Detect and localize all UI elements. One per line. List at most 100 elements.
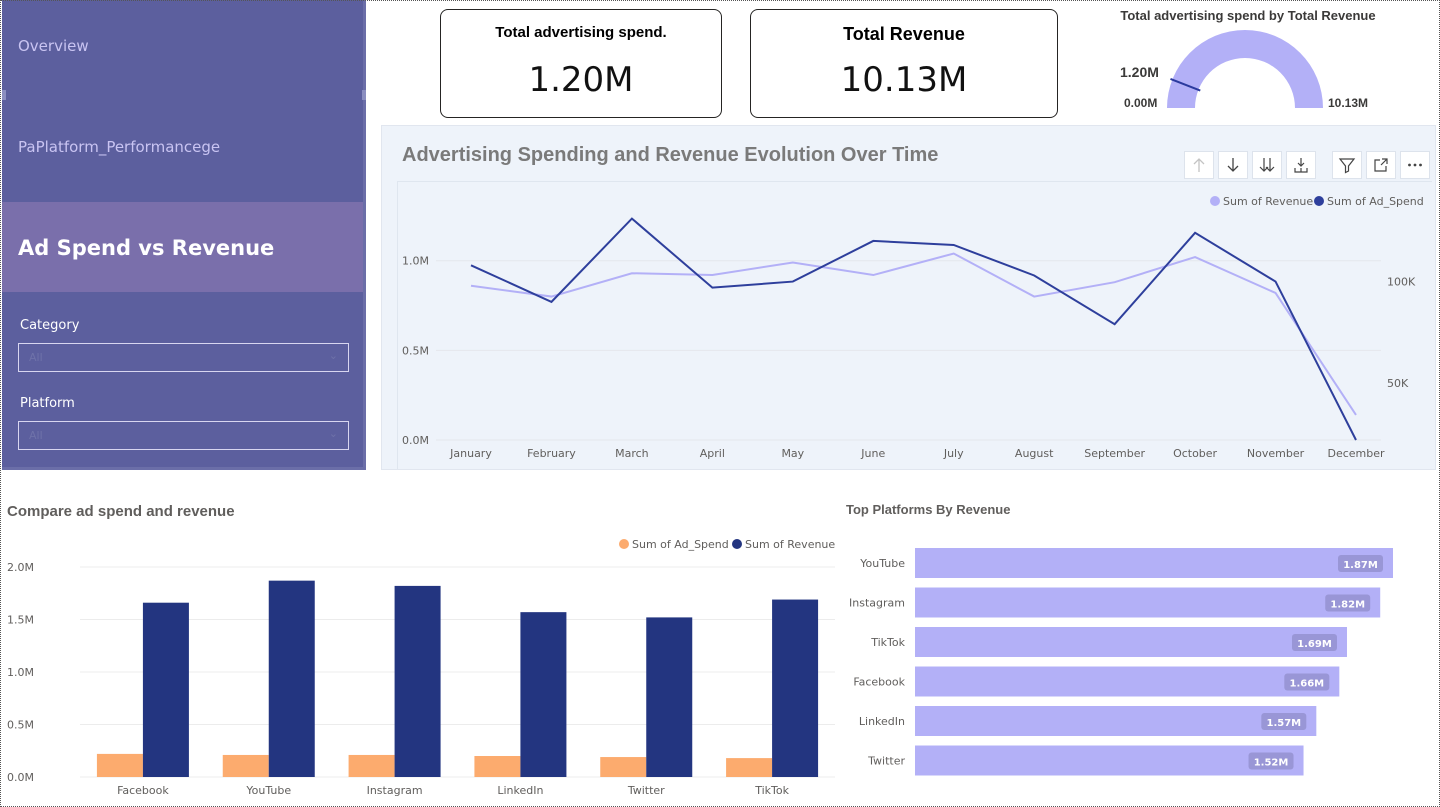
gauge-chart[interactable] [1160, 28, 1330, 112]
x-tick-label: Twitter [627, 784, 665, 797]
bar [142, 602, 189, 777]
y-category-label: YouTube [859, 557, 905, 570]
x-tick-label: December [1327, 447, 1385, 460]
arrow-up-icon[interactable] [1184, 151, 1214, 179]
legend-marker [1210, 196, 1220, 206]
legend-marker [619, 539, 629, 549]
top-platforms-bar-chart[interactable]: YouTube 1.87M Instagram 1.82M TikTok 1.69M Fac… [840, 540, 1430, 780]
y-tick-label: 0.5M [7, 719, 34, 732]
resize-handle [2, 90, 6, 100]
x-tick-label: August [1015, 447, 1054, 460]
x-tick-label: July [943, 447, 964, 460]
x-tick-label: TikTok [754, 784, 789, 797]
y-category-label: TikTok [870, 636, 905, 649]
y-category-label: Instagram [849, 597, 905, 610]
visual-toolbar [1184, 151, 1316, 179]
y-category-label: LinkedIn [859, 715, 905, 728]
platform-slicer-label: Platform [20, 396, 75, 411]
data-label: 1.52M [1254, 758, 1289, 769]
bar [726, 758, 773, 777]
bar-chart-title: Compare ad spend and revenue [7, 503, 235, 520]
x-tick-label: Facebook [117, 784, 169, 797]
double-arrow-down-icon[interactable] [1252, 151, 1282, 179]
legend-label: Sum of Revenue [745, 538, 835, 551]
line-chart[interactable]: 0.0M 0.5M 1.0M 50K 100K January February March A… [381, 180, 1436, 470]
legend-label: Sum of Ad_Spend [1327, 195, 1424, 208]
kpi-card-total-ad-spend[interactable]: Total advertising spend. 1.20M [440, 9, 722, 118]
x-tick-label: September [1084, 447, 1145, 460]
compare-bar-chart[interactable]: 0.0M 0.5M 1.0M 1.5M 2.0M Facebook YouTube Insta… [0, 530, 840, 807]
x-tick-label: LinkedIn [497, 784, 543, 797]
gauge-title: Total advertising spend by Total Revenue [1120, 8, 1376, 23]
gauge-max-label: 10.13M [1328, 96, 1369, 110]
x-tick-label: April [700, 447, 725, 460]
bar [915, 548, 1393, 578]
y-left-tick-label: 1.0M [402, 255, 429, 268]
x-tick-label: March [615, 447, 649, 460]
line-chart-title: Advertising Spending and Revenue Evoluti… [402, 144, 939, 166]
kpi-card-total-revenue[interactable]: Total Revenue 10.13M [750, 9, 1058, 118]
data-label: 1.82M [1330, 600, 1365, 611]
bar [600, 757, 647, 777]
data-label: 1.57M [1267, 718, 1302, 729]
data-label: 1.87M [1343, 560, 1378, 571]
y-tick-label: 2.0M [7, 561, 34, 574]
x-tick-label: January [449, 447, 492, 460]
platform-slicer-value: All [29, 429, 43, 442]
series-line [470, 252, 1357, 416]
resize-handle [362, 90, 366, 100]
category-slicer-dropdown[interactable]: All ⌄ [18, 343, 349, 372]
visual-header-actions [1332, 151, 1430, 179]
kpi-title: Total advertising spend. [495, 24, 667, 41]
y-right-tick-label: 50K [1387, 377, 1409, 390]
nav-item-platform-performance[interactable]: PaPlatform_Performancege [18, 138, 220, 156]
nav-item-ad-spend-vs-revenue[interactable]: Ad Spend vs Revenue [2, 202, 363, 292]
x-tick-label: YouTube [245, 784, 291, 797]
x-tick-label: May [781, 447, 804, 460]
sidebar-navigation: Overview PaPlatform_Performancege Ad Spe… [2, 0, 366, 470]
nav-item-label: Ad Spend vs Revenue [18, 236, 275, 260]
arrow-down-icon[interactable] [1218, 151, 1248, 179]
y-category-label: Facebook [853, 676, 905, 689]
gauge-value-label: 1.20M [1120, 64, 1159, 80]
kpi-title: Total Revenue [843, 24, 965, 44]
expand-hierarchy-icon[interactable] [1286, 151, 1316, 179]
y-left-tick-label: 0.5M [402, 344, 429, 357]
legend-label: Sum of Ad_Spend [632, 538, 729, 551]
x-tick-label: October [1173, 447, 1217, 460]
nav-item-overview[interactable]: Overview [18, 37, 89, 55]
gauge-min-label: 0.00M [1124, 96, 1158, 110]
bar [394, 585, 441, 777]
y-tick-label: 0.0M [7, 771, 34, 784]
y-left-tick-label: 0.0M [402, 434, 429, 447]
kpi-value: 10.13M [840, 60, 968, 100]
x-tick-label: February [527, 447, 576, 460]
y-category-label: Twitter [867, 755, 905, 768]
gauge-arc [1167, 30, 1323, 108]
bar [646, 617, 693, 777]
category-slicer-label: Category [20, 318, 80, 333]
x-tick-label: June [860, 447, 885, 460]
series-line [470, 217, 1357, 441]
focus-mode-icon[interactable] [1366, 151, 1396, 179]
data-label: 1.66M [1290, 679, 1325, 690]
x-tick-label: November [1247, 447, 1305, 460]
filter-icon[interactable] [1332, 151, 1362, 179]
hbar-chart-title: Top Platforms By Revenue [846, 502, 1011, 517]
chevron-down-icon: ⌄ [328, 349, 338, 362]
bar [915, 666, 1340, 697]
more-options-icon[interactable] [1400, 151, 1430, 179]
category-slicer-value: All [29, 351, 43, 364]
chevron-down-icon: ⌄ [328, 427, 338, 440]
bar [915, 587, 1381, 618]
y-tick-label: 1.5M [7, 614, 34, 627]
bar [915, 706, 1317, 736]
legend-marker [732, 539, 742, 549]
legend-label: Sum of Revenue [1223, 195, 1313, 208]
data-label: 1.69M [1297, 639, 1332, 650]
bar [348, 754, 395, 777]
platform-slicer-dropdown[interactable]: All ⌄ [18, 421, 349, 450]
kpi-value: 1.20M [528, 60, 634, 100]
legend-marker [1314, 196, 1324, 206]
bar [915, 745, 1304, 776]
